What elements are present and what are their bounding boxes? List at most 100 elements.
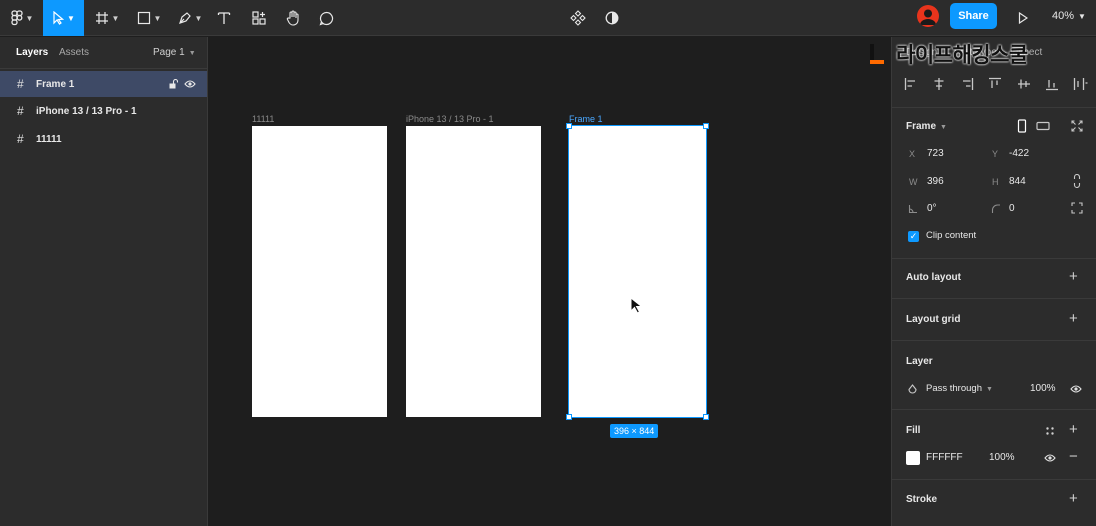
add-auto-layout-icon[interactable]: + [1069,269,1078,284]
blend-mode-icon [908,384,917,394]
divider [892,479,1096,480]
add-layout-grid-icon[interactable]: + [1069,311,1078,326]
comment-tool-button[interactable] [313,0,339,36]
user-icon [920,9,936,25]
frame-iphone-13[interactable] [406,126,541,417]
layer-row-iphone-13[interactable]: # iPhone 13 / 13 Pro - 1 [0,98,207,124]
align-bottom-icon[interactable] [1045,77,1059,91]
width-input[interactable]: 396 [927,176,944,187]
frame-title-text: Frame [906,121,937,132]
page-name: Page 1 [153,47,185,58]
user-avatar[interactable] [917,5,939,27]
x-label: X [909,149,916,159]
chevron-down-icon: ▼ [153,13,162,23]
watermark-text: 라이프해킹스쿨 [896,44,1028,67]
align-horizontal-center-icon[interactable] [932,77,946,91]
unlock-icon[interactable] [168,79,178,89]
align-top-icon[interactable] [988,77,1002,91]
align-right-icon[interactable] [960,77,974,91]
align-left-icon[interactable] [904,77,918,91]
eye-icon[interactable] [1070,384,1082,394]
divider [892,107,1096,108]
layer-row-frame-1[interactable]: # Frame 1 [0,71,207,97]
frame-frame-1[interactable] [568,125,707,418]
rotation-icon [908,205,917,214]
add-stroke-icon[interactable]: + [1069,491,1078,506]
x-input[interactable]: 723 [927,148,944,159]
resize-to-fit-icon[interactable] [1071,120,1083,132]
chevron-down-icon: ▼ [1078,11,1086,21]
add-fill-icon[interactable]: + [1069,422,1078,437]
independent-corners-icon[interactable] [1071,202,1083,214]
alignment-toolbar [904,77,1089,93]
brand-logo-icon [870,44,884,64]
fill-opacity-input[interactable]: 100% [989,452,1015,463]
distribute-icon[interactable] [1073,77,1089,91]
pen-tool-icon [178,12,191,24]
properties-panel: Design Prototype Inspect Frame ▼ X 723 Y … [891,37,1096,526]
frame-section-title[interactable]: Frame ▼ [906,121,947,132]
y-label: Y [992,149,999,159]
left-panel-tabs: Layers Assets Page 1 ▼ [0,37,207,69]
clip-content-checkbox[interactable]: ✓ [908,231,919,242]
resize-handle-bottom-right[interactable] [703,414,709,420]
rotation-input[interactable]: 0° [927,203,937,214]
style-grid-icon[interactable] [1045,426,1055,436]
landscape-icon[interactable] [1036,121,1050,131]
chevron-down-icon: ▼ [111,13,120,23]
page-selector[interactable]: Page 1 ▼ [153,47,196,58]
portrait-icon[interactable] [1017,119,1027,133]
zoom-dropdown[interactable]: 40% ▼ [1052,0,1086,32]
align-vertical-center-icon[interactable] [1017,77,1031,91]
resources-button[interactable] [246,0,272,36]
eye-icon[interactable] [1044,453,1056,463]
layers-panel: Layers Assets Page 1 ▼ # Frame 1 # iPhone… [0,37,208,526]
play-icon [1018,12,1028,24]
eye-icon[interactable] [184,79,196,89]
frame-label-frame-1[interactable]: Frame 1 [569,114,603,124]
height-input[interactable]: 844 [1009,176,1026,187]
constrain-proportions-icon[interactable] [1073,174,1081,188]
resources-icon [252,11,266,25]
remove-fill-icon[interactable]: − [1069,449,1078,464]
blend-mode-value: Pass through [926,383,982,394]
share-button[interactable]: Share [950,3,997,29]
fill-color-swatch[interactable] [906,451,920,465]
text-tool-button[interactable] [211,0,237,36]
components-button[interactable] [566,0,590,36]
main-menu-button[interactable]: ▼ [4,0,40,36]
tab-assets[interactable]: Assets [59,47,89,58]
tab-layers[interactable]: Layers [16,47,48,58]
layer-name: 11111 [36,133,62,145]
corner-radius-icon [991,204,1000,213]
y-input[interactable]: -422 [1009,148,1029,159]
zoom-level: 40% [1052,10,1075,22]
shape-tool-button[interactable]: ▼ [132,0,166,36]
resize-handle-bottom-left[interactable] [566,414,572,420]
resize-handle-top-left[interactable] [566,123,572,129]
h-label: H [992,177,999,187]
layer-name: Frame 1 [36,78,75,90]
layer-row-11111[interactable]: # 11111 [0,126,207,152]
corner-radius-input[interactable]: 0 [1009,203,1015,214]
blend-mode-dropdown[interactable]: Pass through ▼ [926,383,993,394]
canvas[interactable]: 11111 iPhone 13 / 13 Pro - 1 Frame 1 396… [208,37,891,526]
fill-hex-input[interactable]: FFFFFF [926,452,963,463]
move-tool-button[interactable]: ▼ [43,0,84,36]
frame-label-11111[interactable]: 11111 [252,114,274,124]
chevron-down-icon: ▼ [25,13,34,23]
resize-handle-top-right[interactable] [703,123,709,129]
hand-tool-icon [286,10,299,26]
text-tool-icon [217,12,231,24]
present-button[interactable] [1012,0,1034,36]
layer-opacity-input[interactable]: 100% [1030,383,1056,394]
divider [892,340,1096,341]
frame-tool-button[interactable]: ▼ [90,0,124,36]
pen-tool-button[interactable]: ▼ [173,0,207,36]
frame-tool-icon [95,12,108,24]
frame-11111[interactable] [252,126,387,417]
hand-tool-button[interactable] [280,0,306,36]
mask-button[interactable] [600,0,624,36]
toolbar: ▼ ▼ ▼ ▼ ▼ Share 40% ▼ [0,0,1096,36]
frame-label-iphone-13[interactable]: iPhone 13 / 13 Pro - 1 [406,114,494,124]
